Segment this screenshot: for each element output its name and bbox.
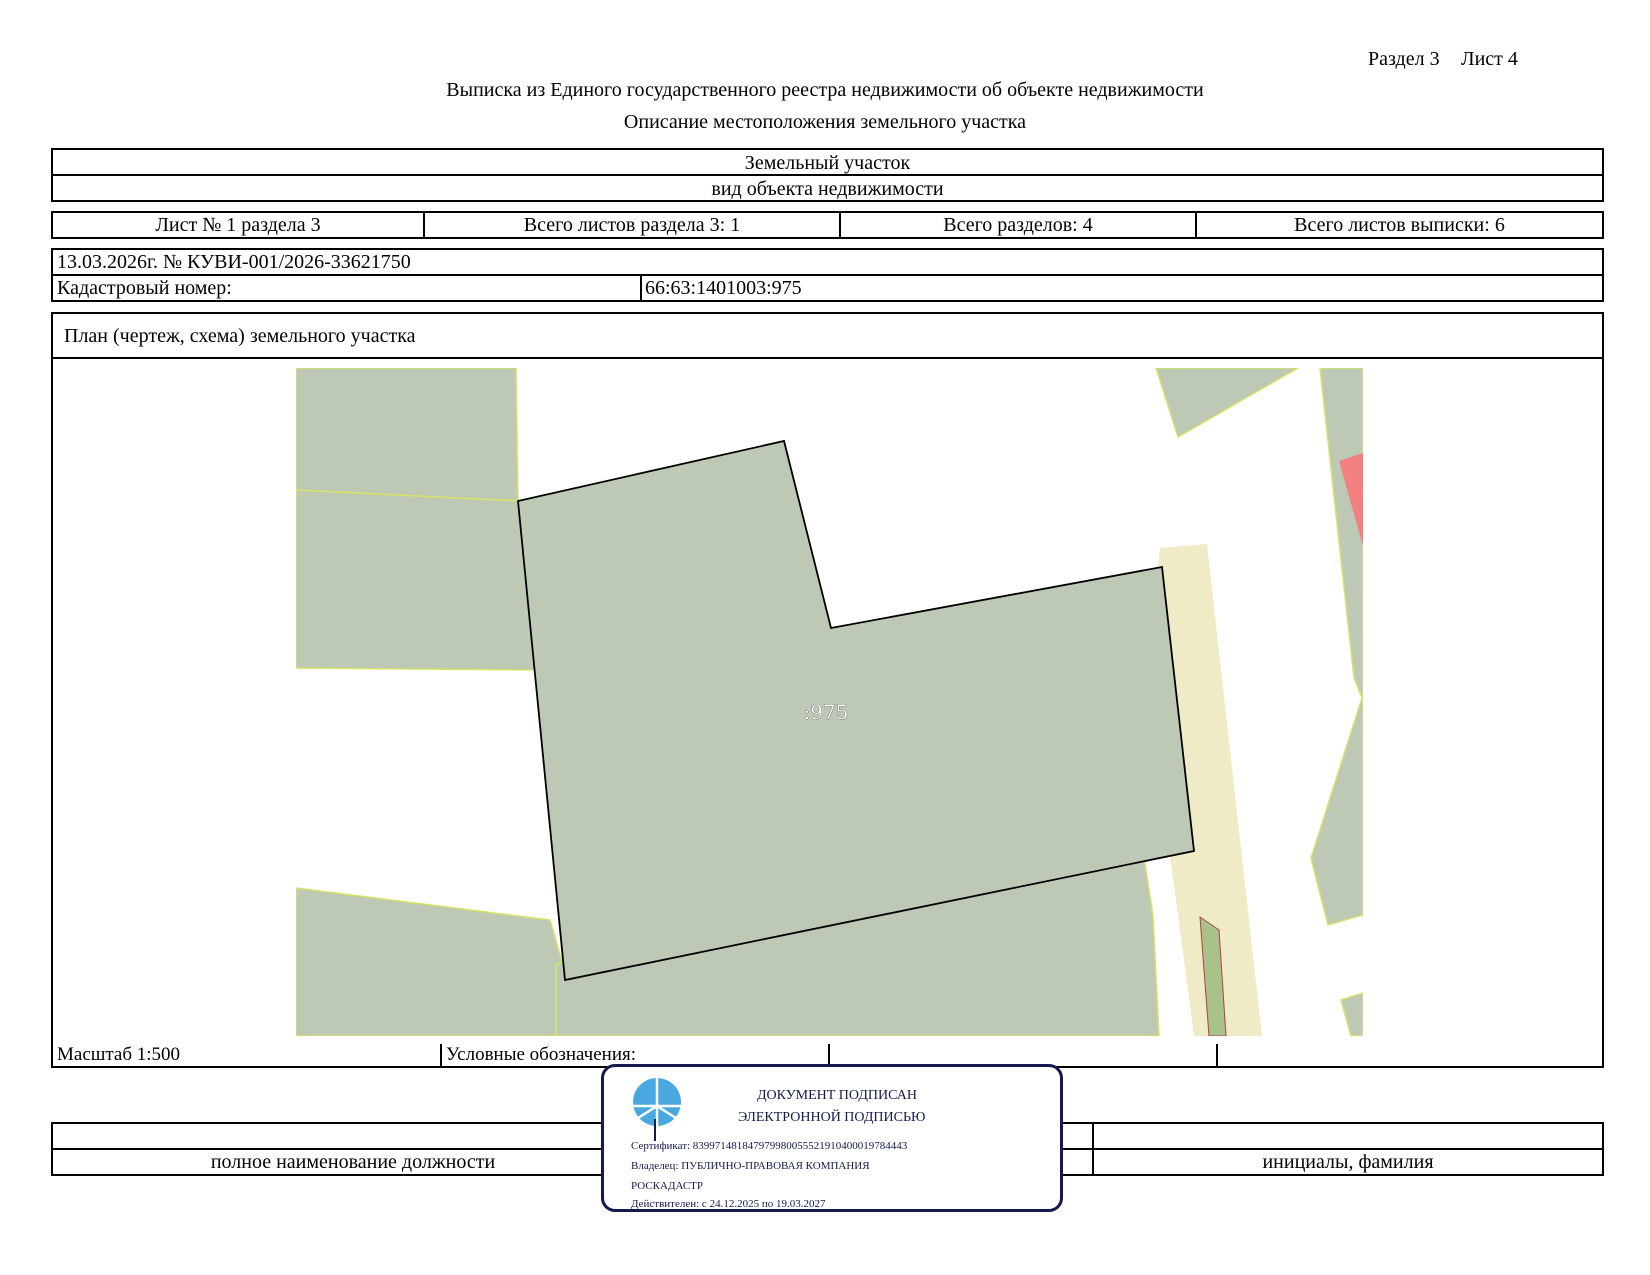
scale-label: Масштаб 1:500 bbox=[53, 1044, 442, 1066]
neighbor-parcel-right bbox=[1310, 368, 1363, 926]
sheets-in-section: Всего листов раздела 3: 1 bbox=[425, 213, 841, 237]
record-date-number: 13.03.2026г. № КУВИ-001/2026-33621750 bbox=[57, 251, 411, 273]
roskadastr-logo-icon bbox=[633, 1078, 681, 1126]
neighbor-parcel-top-right bbox=[1155, 368, 1300, 439]
object-type-value: Земельный участок bbox=[744, 152, 911, 174]
plan-title: План (чертеж, схема) земельного участка bbox=[64, 325, 416, 347]
plan-box: План (чертеж, схема) земельного участка … bbox=[51, 312, 1604, 1047]
neighbor-parcel-corner-right bbox=[1340, 992, 1363, 1036]
name-caption: инициалы, фамилия bbox=[1262, 1151, 1434, 1173]
neighbor-parcel-top-left bbox=[296, 368, 519, 502]
stamp-owner-line1: Владелец: ПУБЛИЧНО-ПРАВОВАЯ КОМПАНИЯ bbox=[631, 1160, 870, 1172]
sheet-number: Лист № 1 раздела 3 bbox=[53, 213, 425, 237]
position-caption: полное наименование должности bbox=[210, 1151, 496, 1173]
section-label: Раздел 3 bbox=[1368, 48, 1440, 70]
electronic-signature-stamp: ДОКУМЕНТ ПОДПИСАН ЭЛЕКТРОННОЙ ПОДПИСЬЮ С… bbox=[601, 1064, 1063, 1212]
parcel-label: :975 bbox=[804, 700, 849, 724]
legend-cell-3 bbox=[830, 1044, 1218, 1066]
legend-label: Условные обозначения: bbox=[442, 1044, 830, 1066]
stamp-line2: ЭЛЕКТРОННОЙ ПОДПИСЬЮ bbox=[738, 1110, 926, 1125]
parcel-map: :975 bbox=[296, 368, 1363, 1036]
sections-total: Всего разделов: 4 bbox=[841, 213, 1197, 237]
legend-cell-4 bbox=[1218, 1044, 1602, 1066]
stamp-validity: Действителен: с 24.12.2025 по 19.03.2027 bbox=[631, 1198, 826, 1210]
sheets-total: Всего листов выписки: 6 bbox=[1294, 213, 1505, 236]
object-type-caption: вид объекта недвижимости bbox=[711, 178, 944, 200]
document-subtitle: Описание местоположения земельного участ… bbox=[623, 111, 1027, 133]
neighbor-parcel-bottom-left bbox=[296, 887, 579, 1036]
sheet-label: Лист 4 bbox=[1461, 48, 1518, 70]
cadastral-label: Кадастровый номер: bbox=[57, 277, 232, 299]
cadastral-number: 66:63:1401003:975 bbox=[645, 277, 802, 299]
stamp-line1: ДОКУМЕНТ ПОДПИСАН bbox=[757, 1088, 917, 1103]
object-type-box: Земельный участок вид объекта недвижимос… bbox=[51, 148, 1604, 202]
record-box: 13.03.2026г. № КУВИ-001/2026-33621750 Ка… bbox=[51, 248, 1604, 302]
sheets-row: Лист № 1 раздела 3 Всего листов раздела … bbox=[51, 211, 1604, 239]
document-title: Выписка из Единого государственного реес… bbox=[446, 79, 1204, 101]
stamp-owner-line2: РОСКАДАСТР bbox=[631, 1180, 704, 1192]
neighbor-parcel-mid-left bbox=[296, 489, 539, 671]
stamp-certificate: Сертификат: 8399714818479799800555219104… bbox=[631, 1140, 908, 1152]
